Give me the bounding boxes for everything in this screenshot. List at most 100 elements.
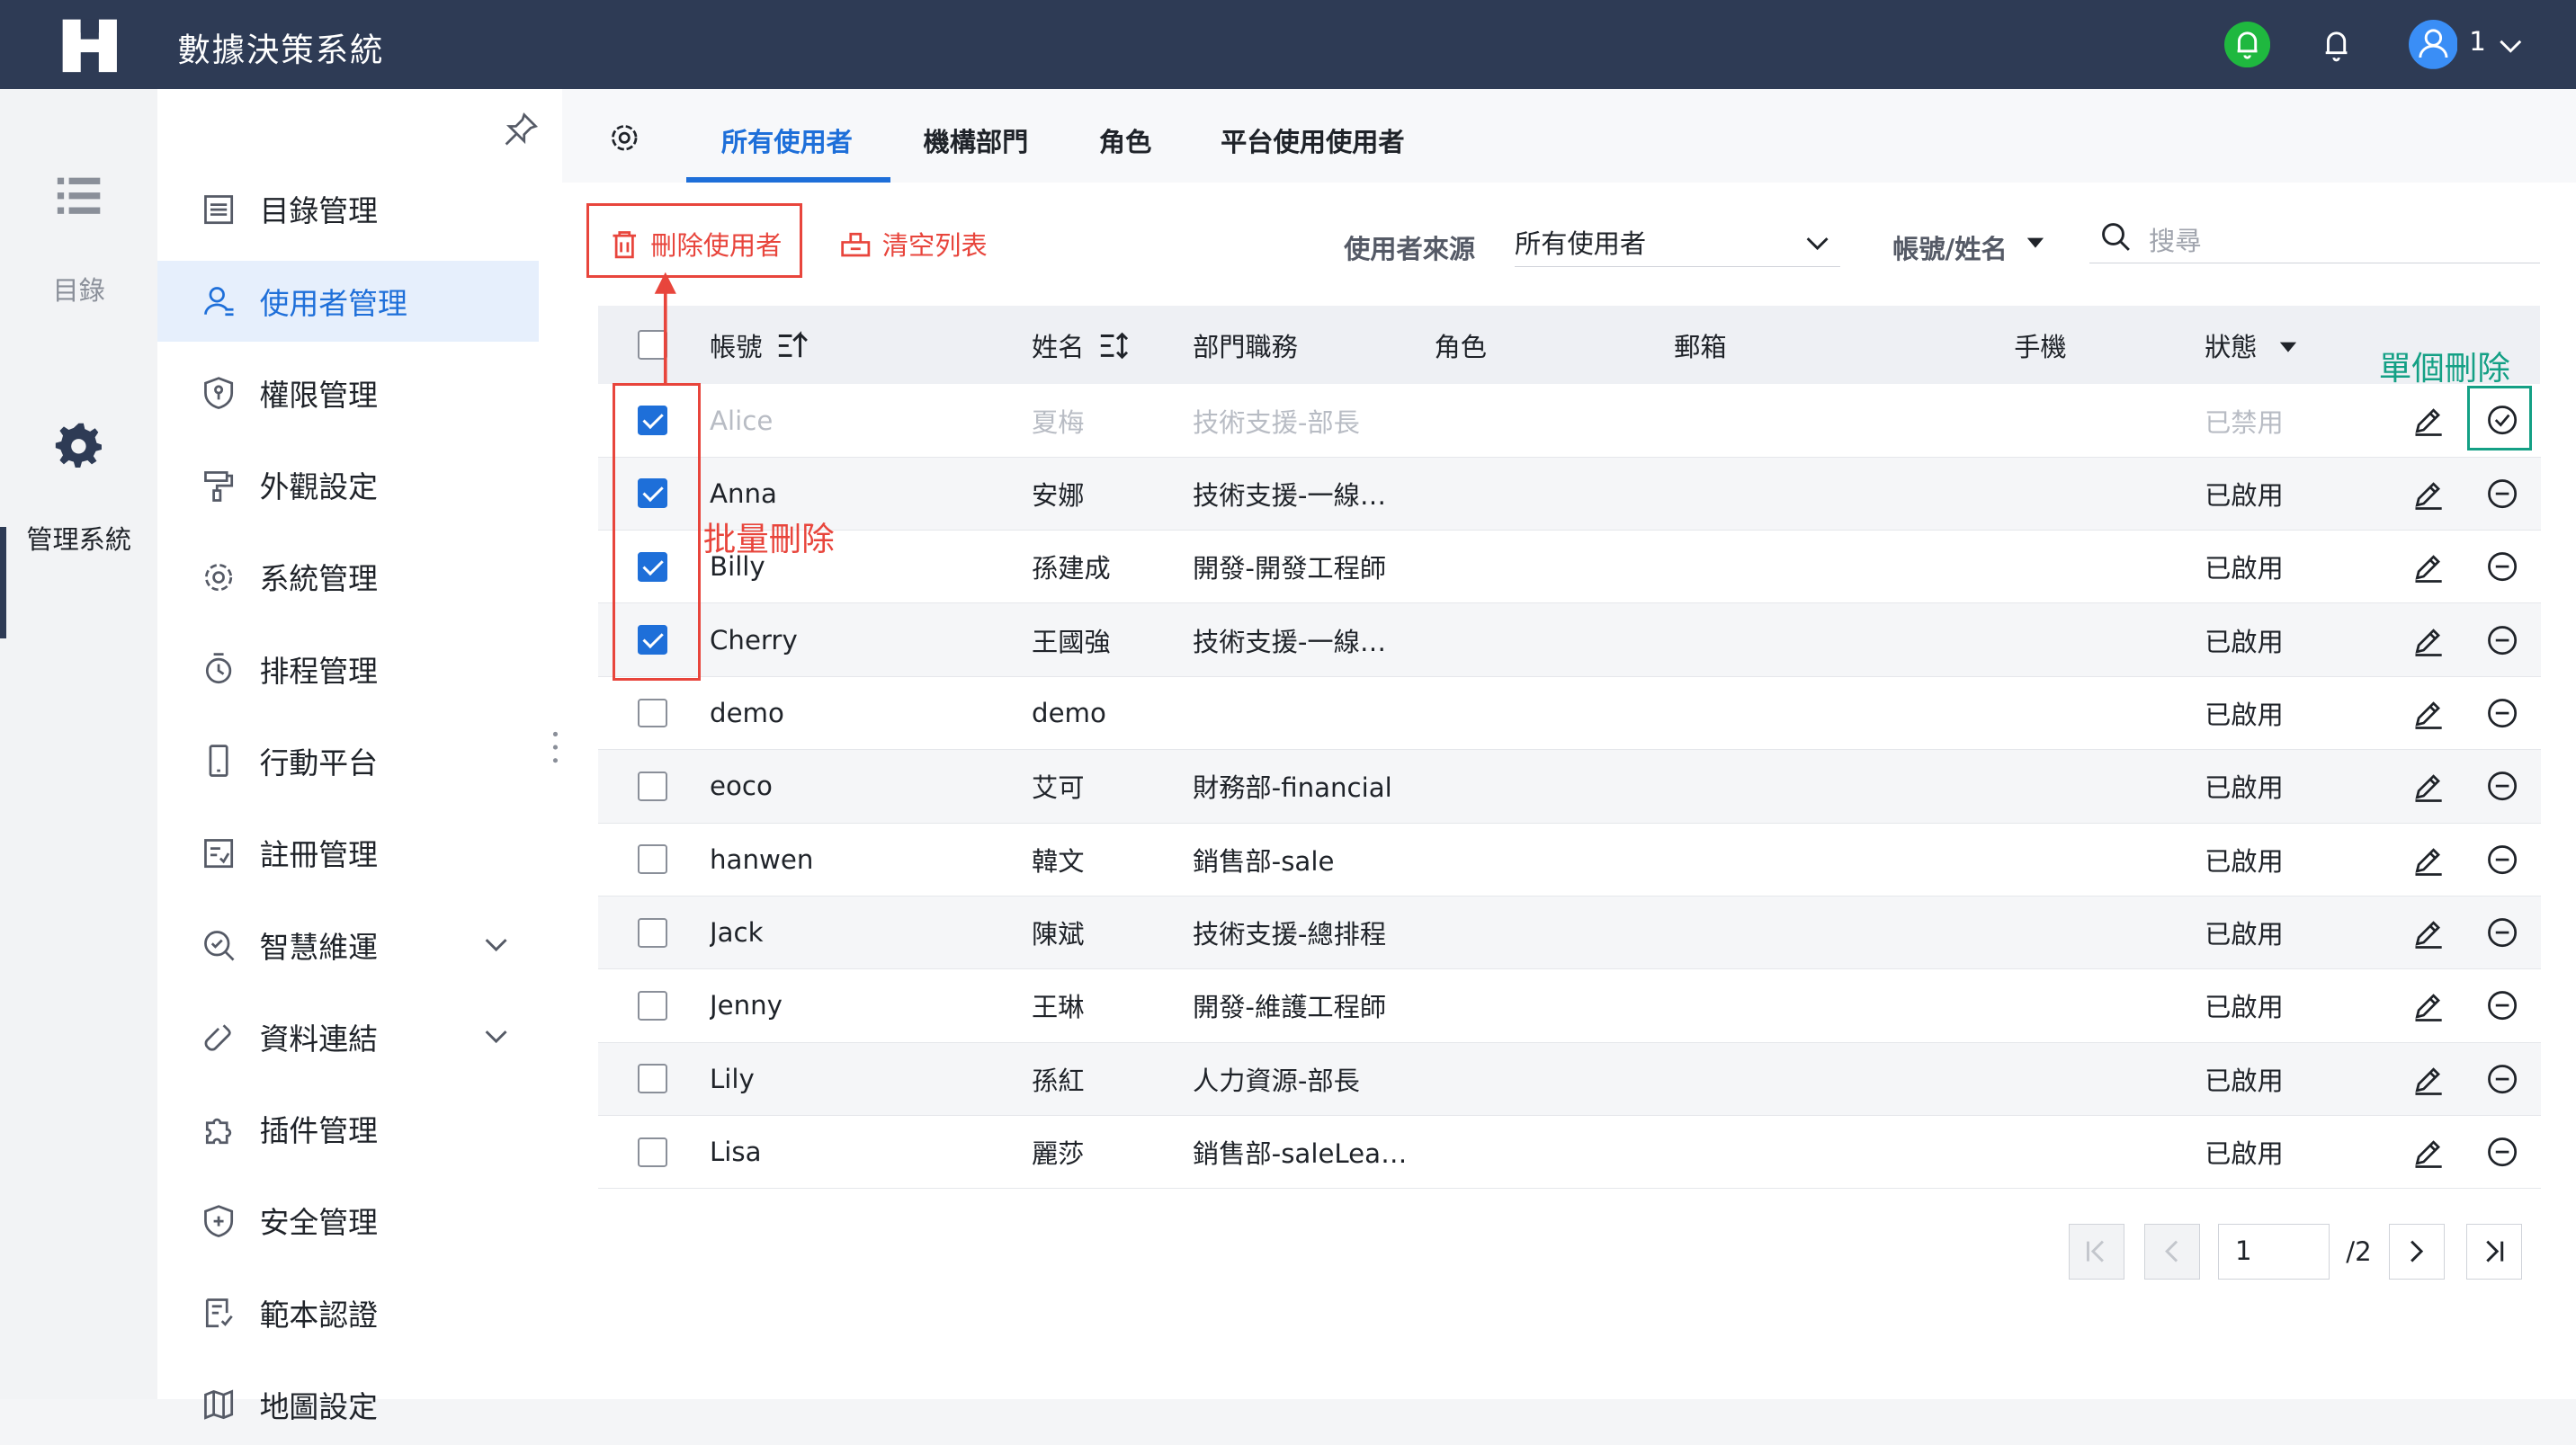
- edit-icon[interactable]: [2411, 914, 2446, 950]
- disable-icon[interactable]: [2484, 987, 2520, 1023]
- menu-item-mobile[interactable]: 行動平台: [157, 721, 539, 801]
- disable-icon[interactable]: [2484, 768, 2520, 804]
- table-row[interactable]: Lisa麗莎銷售部-saleLea…已啟用: [598, 1115, 2540, 1188]
- clear-list-button[interactable]: 清空列表: [839, 225, 987, 263]
- disable-icon[interactable]: [2484, 476, 2520, 512]
- edit-icon[interactable]: [2411, 1061, 2446, 1097]
- tab-platform-users[interactable]: 平台使用使用者: [1221, 121, 1405, 159]
- last-page-button[interactable]: [2466, 1224, 2522, 1280]
- edit-icon[interactable]: [2411, 402, 2446, 438]
- menu-item-user-management[interactable]: 使用者管理: [157, 261, 539, 341]
- account-name-filter[interactable]: 帳號/姓名: [1892, 228, 2008, 266]
- first-page-button[interactable]: [2069, 1224, 2124, 1280]
- disable-icon[interactable]: [2484, 842, 2520, 878]
- menu-item-template-auth[interactable]: 範本認證: [157, 1273, 539, 1353]
- row-checkbox[interactable]: [638, 918, 667, 948]
- table-row[interactable]: Jack陳斌技術支援-總排程已啟用: [598, 896, 2540, 968]
- next-page-button[interactable]: [2389, 1224, 2445, 1280]
- table-row[interactable]: hanwen韓文銷售部-sale已啟用: [598, 823, 2540, 896]
- chevron-down-icon[interactable]: [483, 932, 509, 958]
- edit-icon[interactable]: [2411, 842, 2446, 878]
- gear-icon[interactable]: [54, 421, 103, 470]
- notification-active-icon[interactable]: [2224, 22, 2270, 67]
- cell-name: 艾可: [1032, 750, 1193, 823]
- edit-icon[interactable]: [2411, 987, 2446, 1023]
- delete-users-button[interactable]: 刪除使用者: [608, 225, 783, 263]
- menu-item-plugins[interactable]: 插件管理: [157, 1089, 539, 1169]
- edit-icon[interactable]: [2411, 1134, 2446, 1170]
- menu-item-data-connection[interactable]: 資料連結: [157, 997, 539, 1077]
- menu-item-registration[interactable]: 註冊管理: [157, 813, 539, 893]
- edit-icon[interactable]: [2411, 768, 2446, 804]
- disable-icon[interactable]: [2484, 695, 2520, 731]
- table-row[interactable]: demodemo已啟用: [598, 676, 2540, 749]
- cell-dept: 技術支援-部長: [1193, 384, 1674, 457]
- cell-phone: [1964, 384, 2205, 457]
- row-checkbox[interactable]: [638, 699, 667, 728]
- edit-icon[interactable]: [2411, 622, 2446, 658]
- edit-icon[interactable]: [2411, 476, 2446, 512]
- row-checkbox[interactable]: [638, 772, 667, 801]
- disable-icon[interactable]: [2484, 1061, 2520, 1097]
- page-number-input[interactable]: 1: [2218, 1224, 2330, 1280]
- cell-name: demo: [1032, 676, 1193, 749]
- batch-select-highlight: [613, 383, 700, 681]
- search-field[interactable]: 搜尋: [2089, 217, 2539, 263]
- menu-item-map-settings[interactable]: 地圖設定: [157, 1365, 539, 1445]
- row-checkbox[interactable]: [638, 844, 667, 874]
- menu-item-schedule[interactable]: 排程管理: [157, 629, 539, 709]
- row-checkbox[interactable]: [638, 991, 667, 1021]
- rail-item-catalog[interactable]: 目錄: [0, 270, 157, 308]
- pin-icon[interactable]: [503, 111, 539, 147]
- sort-icon[interactable]: [1099, 331, 1132, 361]
- caret-down-icon[interactable]: [2026, 235, 2045, 251]
- tab-active-indicator: [686, 177, 890, 182]
- cell-email: [1674, 603, 1964, 676]
- chevron-down-icon[interactable]: [2494, 30, 2527, 63]
- disable-icon[interactable]: [2484, 622, 2520, 658]
- table-row[interactable]: Lily孫紅人力資源-部長已啟用: [598, 1042, 2540, 1115]
- disable-icon[interactable]: [2484, 1134, 2520, 1170]
- menu-item-smart-ops[interactable]: 智慧維運: [157, 905, 539, 985]
- table-row[interactable]: Billy孫建成開發-開發工程師已啟用: [598, 531, 2540, 603]
- tab-departments[interactable]: 機構部門: [923, 121, 1028, 159]
- search-input[interactable]: 搜尋: [2149, 220, 2201, 258]
- row-checkbox[interactable]: [638, 1064, 667, 1093]
- disable-icon[interactable]: [2484, 549, 2520, 584]
- disable-icon[interactable]: [2484, 914, 2520, 950]
- avatar[interactable]: [2409, 20, 2458, 69]
- edit-icon[interactable]: [2411, 549, 2446, 584]
- cell-email: [1674, 750, 1964, 823]
- menu-item-system[interactable]: 系統管理: [157, 537, 539, 617]
- user-name[interactable]: 1: [2469, 26, 2486, 57]
- table-row[interactable]: Anna安娜技術支援-一線…已啟用: [598, 457, 2540, 530]
- bell-icon[interactable]: [2313, 22, 2359, 67]
- menu-item-label: 行動平台: [260, 740, 378, 782]
- tab-roles[interactable]: 角色: [1099, 121, 1151, 159]
- cell-status: 已啟用: [2205, 919, 2284, 950]
- rail-item-management[interactable]: 管理系統: [0, 519, 157, 557]
- prev-page-button[interactable]: [2144, 1224, 2200, 1280]
- edit-icon[interactable]: [2411, 695, 2446, 731]
- clear-list-label: 清空列表: [882, 225, 988, 263]
- table-row[interactable]: Cherry王國強技術支援-一線…已啟用: [598, 603, 2540, 676]
- table-row[interactable]: Alice夏梅技術支援-部長已禁用: [598, 384, 2540, 457]
- user-icon: [201, 283, 237, 319]
- table-row[interactable]: Jenny王琳開發-維護工程師已啟用: [598, 969, 2540, 1042]
- menu-item-security[interactable]: 安全管理: [157, 1181, 539, 1261]
- tab-all-users[interactable]: 所有使用者: [721, 121, 853, 159]
- menu-item-appearance[interactable]: 外觀設定: [157, 445, 539, 525]
- menu-item-catalog[interactable]: 目錄管理: [157, 169, 539, 249]
- row-checkbox[interactable]: [638, 1137, 667, 1167]
- table-row[interactable]: eoco艾可財務部-financial已啟用: [598, 750, 2540, 823]
- user-source-select[interactable]: 所有使用者: [1515, 223, 1840, 266]
- menu-item-permissions[interactable]: 權限管理: [157, 353, 539, 433]
- sort-icon[interactable]: [777, 331, 810, 361]
- cell-status: 已啟用: [2205, 846, 2284, 877]
- app-title: 數據決策系統: [177, 23, 384, 71]
- caret-down-icon[interactable]: [2278, 339, 2298, 355]
- cell-email: [1674, 969, 1964, 1042]
- list-icon[interactable]: [56, 174, 102, 217]
- settings-icon[interactable]: [608, 121, 641, 155]
- chevron-down-icon[interactable]: [483, 1023, 509, 1049]
